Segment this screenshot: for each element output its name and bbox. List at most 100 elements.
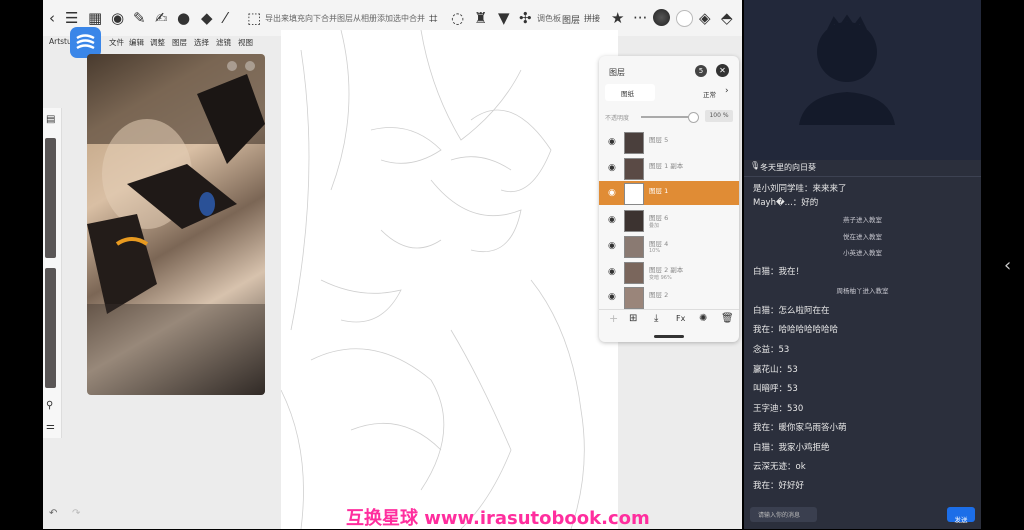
chat-message: 白猫：怎么啦阿在在 (753, 306, 830, 316)
opacity-slider[interactable] (45, 268, 56, 388)
tab-paper-label: 图纸 (621, 90, 634, 98)
layers-panel: 图层 5 ✕ 图纸 正常 › 不透明度 100 % ◉ 图层 5 ◉ 图层 1 … (599, 56, 739, 342)
blend-icon[interactable]: ● (177, 10, 190, 26)
opacity-track[interactable] (641, 116, 693, 118)
adjust-sliders-icon[interactable]: ⚌ (46, 421, 55, 432)
layers-close-icon[interactable]: ✕ (716, 64, 729, 77)
settings-icon[interactable]: ✺ (699, 313, 707, 324)
layer-mode: 10% (649, 248, 661, 254)
watermark: 互换星球 www.irasutobook.com (346, 508, 650, 529)
layer-row-selected[interactable]: ◉ 图层 1 (599, 181, 739, 205)
panel-handle[interactable] (654, 335, 684, 338)
eye-icon[interactable]: ◉ (608, 292, 616, 302)
panel-icon[interactable]: ▤ (46, 114, 55, 125)
layer-thumbnail (624, 132, 644, 154)
eyedropper-icon[interactable]: ⁄ (224, 10, 227, 26)
reference-close-icon[interactable] (245, 61, 255, 71)
grid-icon[interactable]: ▦ (88, 10, 102, 26)
menu-item-filter[interactable]: 滤镜 (216, 37, 231, 48)
layer-mode: 叠加 (649, 223, 660, 229)
layer-row[interactable]: ◉ 图层 2 (599, 285, 739, 309)
chat-message: Mayh�...：好的 (753, 198, 819, 208)
brush-size-slider[interactable] (45, 138, 56, 258)
chat-message: 王字迪：530 (753, 404, 804, 414)
new-layer-icon[interactable]: ⊞ (629, 313, 637, 324)
avatar (799, 14, 895, 125)
opacity-value[interactable]: 100 % (705, 110, 733, 122)
menu-item-select[interactable]: 选择 (194, 37, 209, 48)
navigator-icon[interactable]: ⬘ (721, 10, 733, 26)
chevron-left-icon[interactable]: ‹ (1004, 255, 1011, 276)
stamp-icon[interactable]: ♜ (474, 10, 487, 26)
layer-row[interactable]: ◉ 图层 6 叠加 (599, 208, 739, 232)
eraser-icon[interactable]: ◆ (201, 10, 213, 26)
mic-icon: 🎙 (750, 161, 761, 170)
redo-icon[interactable]: ↷ (72, 508, 80, 519)
menu-item-layer[interactable]: 图层 (172, 37, 187, 48)
fill-icon[interactable]: ▼ (498, 10, 510, 26)
menu-item-view[interactable]: 视图 (238, 37, 253, 48)
chat-message: 叫暗呼：53 (753, 384, 798, 394)
eyedropper-quick-icon[interactable]: ⚲ (46, 400, 53, 411)
download-icon[interactable]: ⤓ (654, 313, 658, 324)
eye-icon[interactable]: ◉ (608, 163, 616, 173)
reference-minimize-icon[interactable] (227, 61, 237, 71)
menu-item-adjust[interactable]: 调整 (150, 37, 165, 48)
layer-label[interactable]: 图层 (562, 13, 580, 26)
layers-count-badge[interactable]: 5 (695, 65, 707, 77)
crop-icon[interactable]: ⌗ (429, 10, 437, 26)
brush-icon[interactable]: ✎ (133, 10, 146, 26)
eye-icon[interactable]: ◉ (608, 241, 616, 251)
host-name: 冬天里的向日葵 (760, 163, 816, 172)
color-swatch[interactable] (676, 10, 693, 27)
menu-item-file[interactable]: 文件 (109, 37, 124, 48)
brush-settings-icon[interactable]: ◉ (111, 10, 124, 26)
opacity-knob[interactable] (688, 112, 699, 123)
layer-row[interactable]: ◉ 图层 5 (599, 130, 739, 154)
more-icon[interactable]: ··· (633, 10, 647, 26)
layers-icon[interactable]: ◈ (699, 10, 711, 26)
layer-row[interactable]: ◉ 图层 1 副本 (599, 156, 739, 180)
layer-name: 图层 2 (649, 291, 669, 299)
brush-size-icon[interactable] (653, 9, 670, 26)
undo-icon[interactable]: ↶ (49, 508, 57, 519)
layer-thumbnail (624, 236, 644, 258)
chat-message: 我在：暖你家乌雨答小萌 (753, 423, 847, 433)
layer-thumbnail (624, 158, 644, 180)
lasso-icon[interactable]: ◌ (451, 10, 464, 26)
smudge-icon[interactable]: ✍ (155, 10, 168, 26)
tab-paper[interactable]: 图纸 (605, 84, 655, 101)
menu-icon[interactable]: ☰ (65, 10, 78, 26)
chevron-right-icon[interactable]: › (725, 86, 729, 96)
merge-label[interactable]: 拼接 (584, 13, 600, 24)
back-icon[interactable]: ‹ (49, 10, 55, 26)
eye-icon[interactable]: ◉ (608, 137, 616, 147)
trash-icon[interactable]: 🗑 (721, 313, 734, 324)
divider (599, 309, 739, 310)
layer-name: 图层 6 (649, 214, 669, 222)
system-notice: 小英进入教室 (843, 249, 882, 257)
toolbar-mode: 调色板 (537, 14, 561, 23)
menu-item-edit[interactable]: 编辑 (129, 37, 144, 48)
chat-message: 白猫：我家小鸡拒绝 (753, 443, 830, 453)
eye-icon[interactable]: ◉ (608, 188, 616, 198)
eye-icon[interactable]: ◉ (608, 267, 616, 277)
chat-input[interactable]: 请输入你的消息 (750, 507, 817, 522)
send-button[interactable]: 发送 (947, 507, 975, 524)
star-icon[interactable]: ★ (611, 10, 624, 26)
reference-image[interactable] (87, 54, 265, 395)
layer-row[interactable]: ◉ 图层 2 副本 变暗 96% (599, 260, 739, 284)
eye-icon[interactable]: ◉ (608, 215, 616, 225)
system-notice: 燕子进入教室 (843, 216, 882, 224)
selection-icon[interactable]: ⬚ (247, 10, 261, 26)
chat-message: 我在：哈哈哈哈哈哈哈 (753, 325, 839, 335)
layer-row[interactable]: ◉ 图层 4 10% (599, 234, 739, 258)
chat-message: 我在：好好好 (753, 481, 805, 491)
fx-button[interactable]: Fx (676, 314, 685, 323)
drawing-canvas[interactable] (281, 30, 618, 529)
layer-thumbnail (624, 210, 644, 232)
send-button-label: 发送 (954, 516, 968, 524)
blend-mode-label[interactable]: 正常 (703, 89, 716, 99)
opacity-label: 不透明度 (605, 115, 630, 122)
text-icon[interactable]: ✣ (519, 10, 532, 26)
